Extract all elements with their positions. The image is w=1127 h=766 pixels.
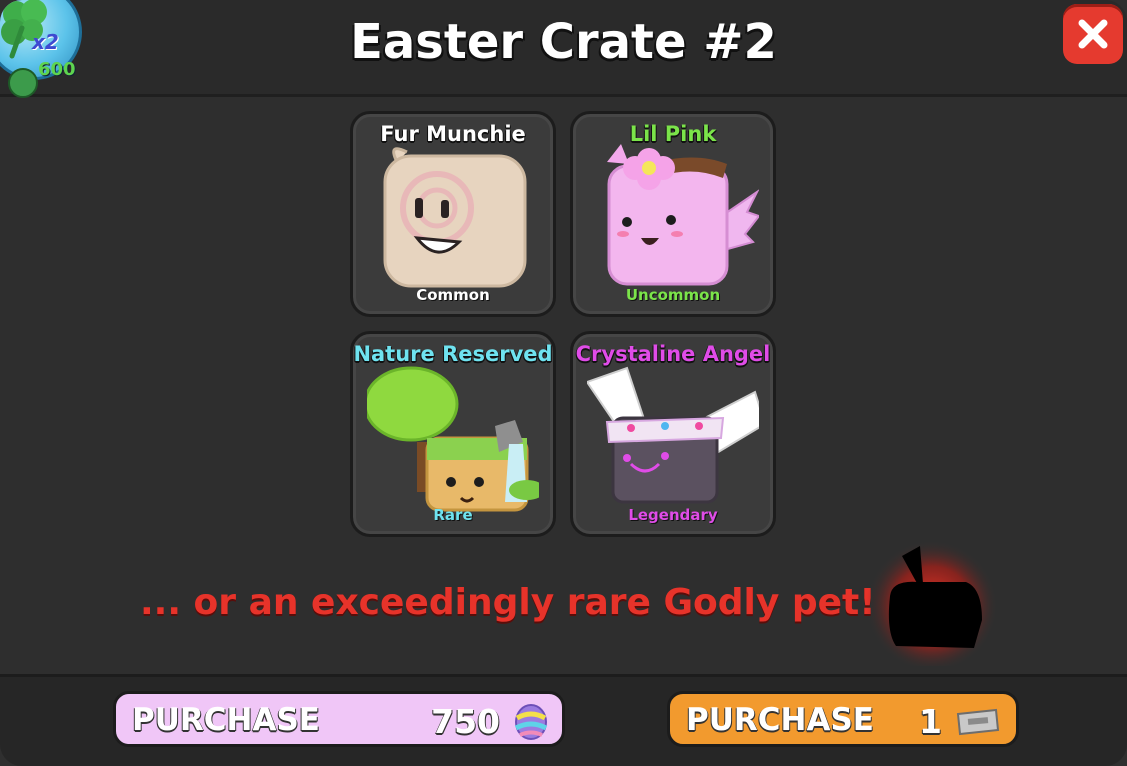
fur-munchie-pet-image	[383, 147, 527, 288]
ticket-icon	[956, 708, 1000, 736]
lil-pink-pet-image	[607, 144, 759, 286]
ticket-price: 1	[919, 702, 942, 741]
nature-reserved-pet-image	[367, 366, 539, 512]
mystery-godly-pet-icon	[866, 540, 998, 666]
pet-rarity: Common	[416, 286, 490, 304]
purchase-label: PURCHASE	[686, 702, 874, 738]
purchase-ticket-button[interactable]: PURCHASE 1	[667, 691, 1019, 747]
pet-name: Crystaline Angel	[575, 342, 771, 366]
close-button[interactable]	[1063, 4, 1123, 64]
pet-rarity: Legendary	[628, 506, 718, 524]
crate-title: Easter Crate #2	[350, 14, 777, 70]
godly-pet-message: ... or an exceedingly rare Godly pet!	[140, 582, 876, 623]
pet-card-crystaline-angel[interactable]: Crystaline Angel Legendary	[570, 331, 776, 537]
boost-badge[interactable]: x2 600	[0, 0, 90, 100]
pet-rarity: Rare	[433, 506, 473, 524]
pet-name: Lil Pink	[629, 122, 717, 146]
multiplier-label: x2	[32, 30, 59, 54]
pet-card-fur-munchie[interactable]: Fur Munchie Common	[350, 111, 556, 317]
coin-count: 600	[38, 59, 76, 80]
easter-egg-icon	[514, 704, 548, 740]
pet-name: Nature Reserved	[353, 342, 553, 366]
purchase-label: PURCHASE	[132, 702, 320, 738]
crystaline-angel-pet-image	[587, 366, 759, 504]
purchase-eggs-button[interactable]: PURCHASE 750	[113, 691, 565, 747]
close-icon	[1078, 19, 1108, 49]
coin-icon	[8, 68, 38, 98]
crate-window: Easter Crate #2 x2 600 Fur Munchie Commo…	[0, 0, 1127, 766]
pet-rarity: Uncommon	[625, 286, 721, 304]
pet-name: Fur Munchie	[380, 122, 526, 146]
title-bar: Easter Crate #2	[0, 0, 1127, 97]
pet-card-lil-pink[interactable]: Lil Pink Uncommon	[570, 111, 776, 317]
pet-card-nature-reserved[interactable]: Nature Reserved Rare	[350, 331, 556, 537]
egg-price: 750	[431, 702, 500, 741]
